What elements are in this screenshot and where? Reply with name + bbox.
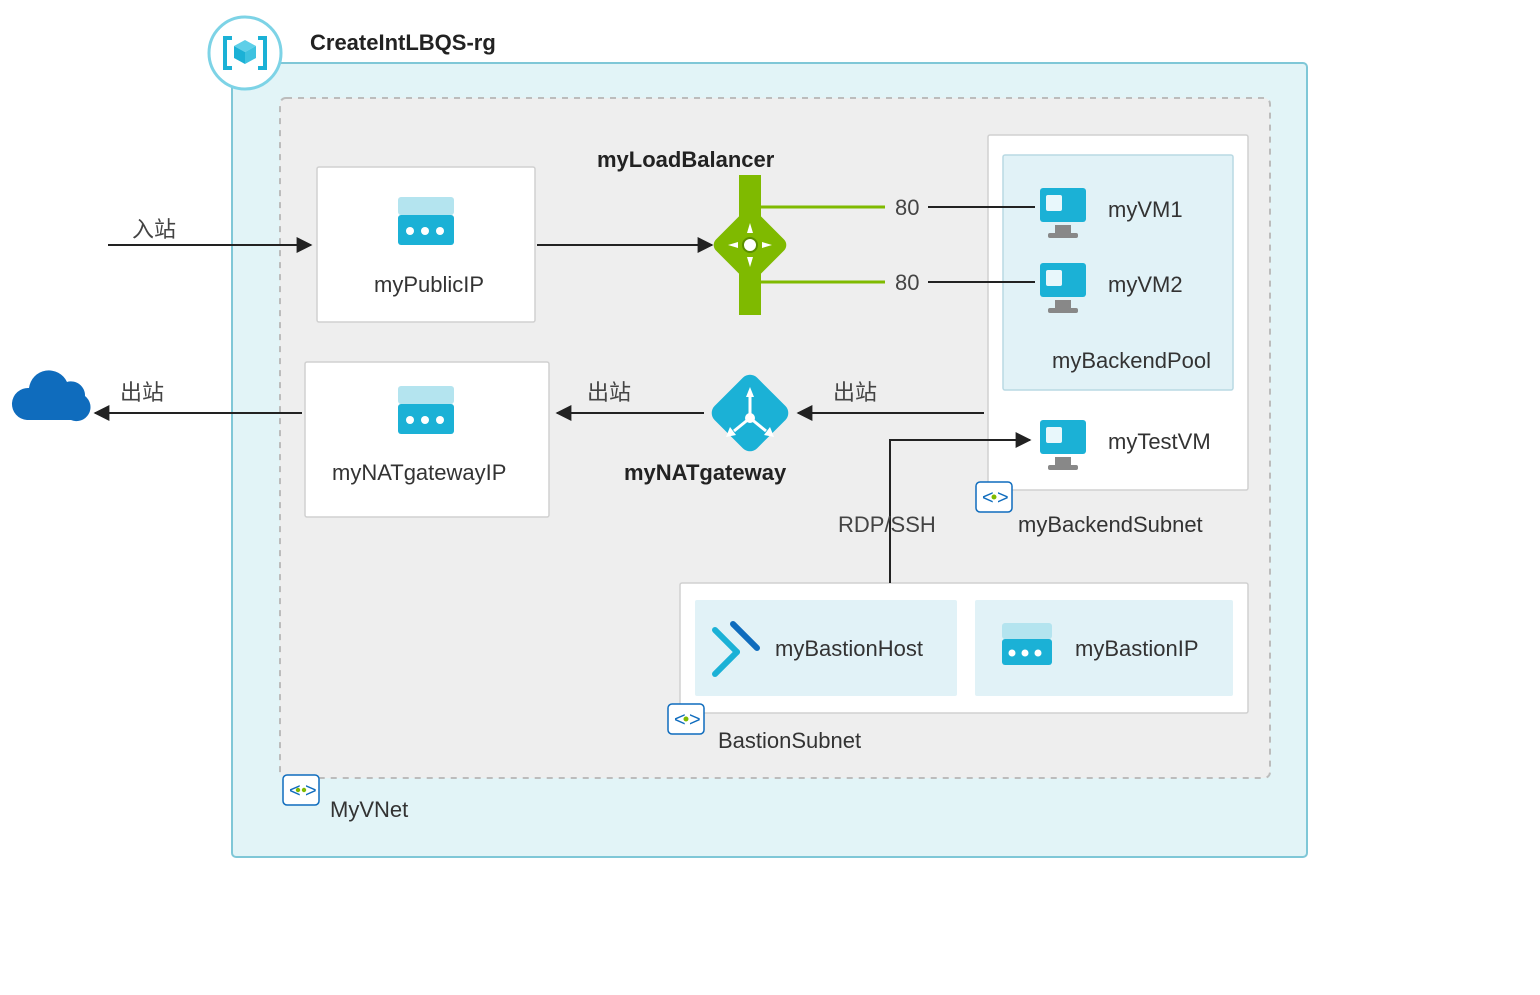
cloud-icon <box>12 370 91 421</box>
backend-subnet-label: myBackendSubnet <box>1018 512 1203 537</box>
outbound-2-label: 出站 <box>587 380 631 405</box>
natgw-label: myNATgateway <box>624 460 787 485</box>
bastion-ip-label: myBastionIP <box>1075 636 1199 661</box>
inbound-label: 入站 <box>132 217 176 242</box>
resource-group-icon <box>209 17 281 89</box>
lb-label: myLoadBalancer <box>597 147 775 172</box>
natgw-ip-box <box>305 362 549 517</box>
public-ip-icon <box>398 197 454 245</box>
bastion-subnet-label: BastionSubnet <box>718 728 861 753</box>
outbound-1-label: 出站 <box>120 380 164 405</box>
natgw-ip-label: myNATgatewayIP <box>332 460 506 485</box>
rg-title: CreateIntLBQS-rg <box>310 30 496 55</box>
port-1: 80 <box>895 195 919 220</box>
backend-pool-label: myBackendPool <box>1052 348 1211 373</box>
outbound-3-label: 出站 <box>833 380 877 405</box>
rdp-ssh-label: RDP/SSH <box>838 512 936 537</box>
backend-subnet-badge-icon: < > <box>976 482 1012 512</box>
architecture-diagram: CreateIntLBQS-rg MyVNet myBackendSubnet … <box>0 0 1540 995</box>
bastion-host-label: myBastionHost <box>775 636 923 661</box>
bastion-ip-icon <box>1002 623 1052 665</box>
port-2: 80 <box>895 270 919 295</box>
vnet-badge-icon: < > <box>283 775 319 805</box>
public-ip-label: myPublicIP <box>374 272 484 297</box>
svg-text:>: > <box>689 709 701 731</box>
vm1-label: myVM1 <box>1108 197 1183 222</box>
bastion-subnet-badge-icon: < > <box>668 704 704 734</box>
svg-text:>: > <box>305 780 317 802</box>
vm2-label: myVM2 <box>1108 272 1183 297</box>
svg-text:>: > <box>997 487 1009 509</box>
testvm-label: myTestVM <box>1108 429 1211 454</box>
vnet-label: MyVNet <box>330 797 408 822</box>
natgw-ip-icon <box>398 386 454 434</box>
